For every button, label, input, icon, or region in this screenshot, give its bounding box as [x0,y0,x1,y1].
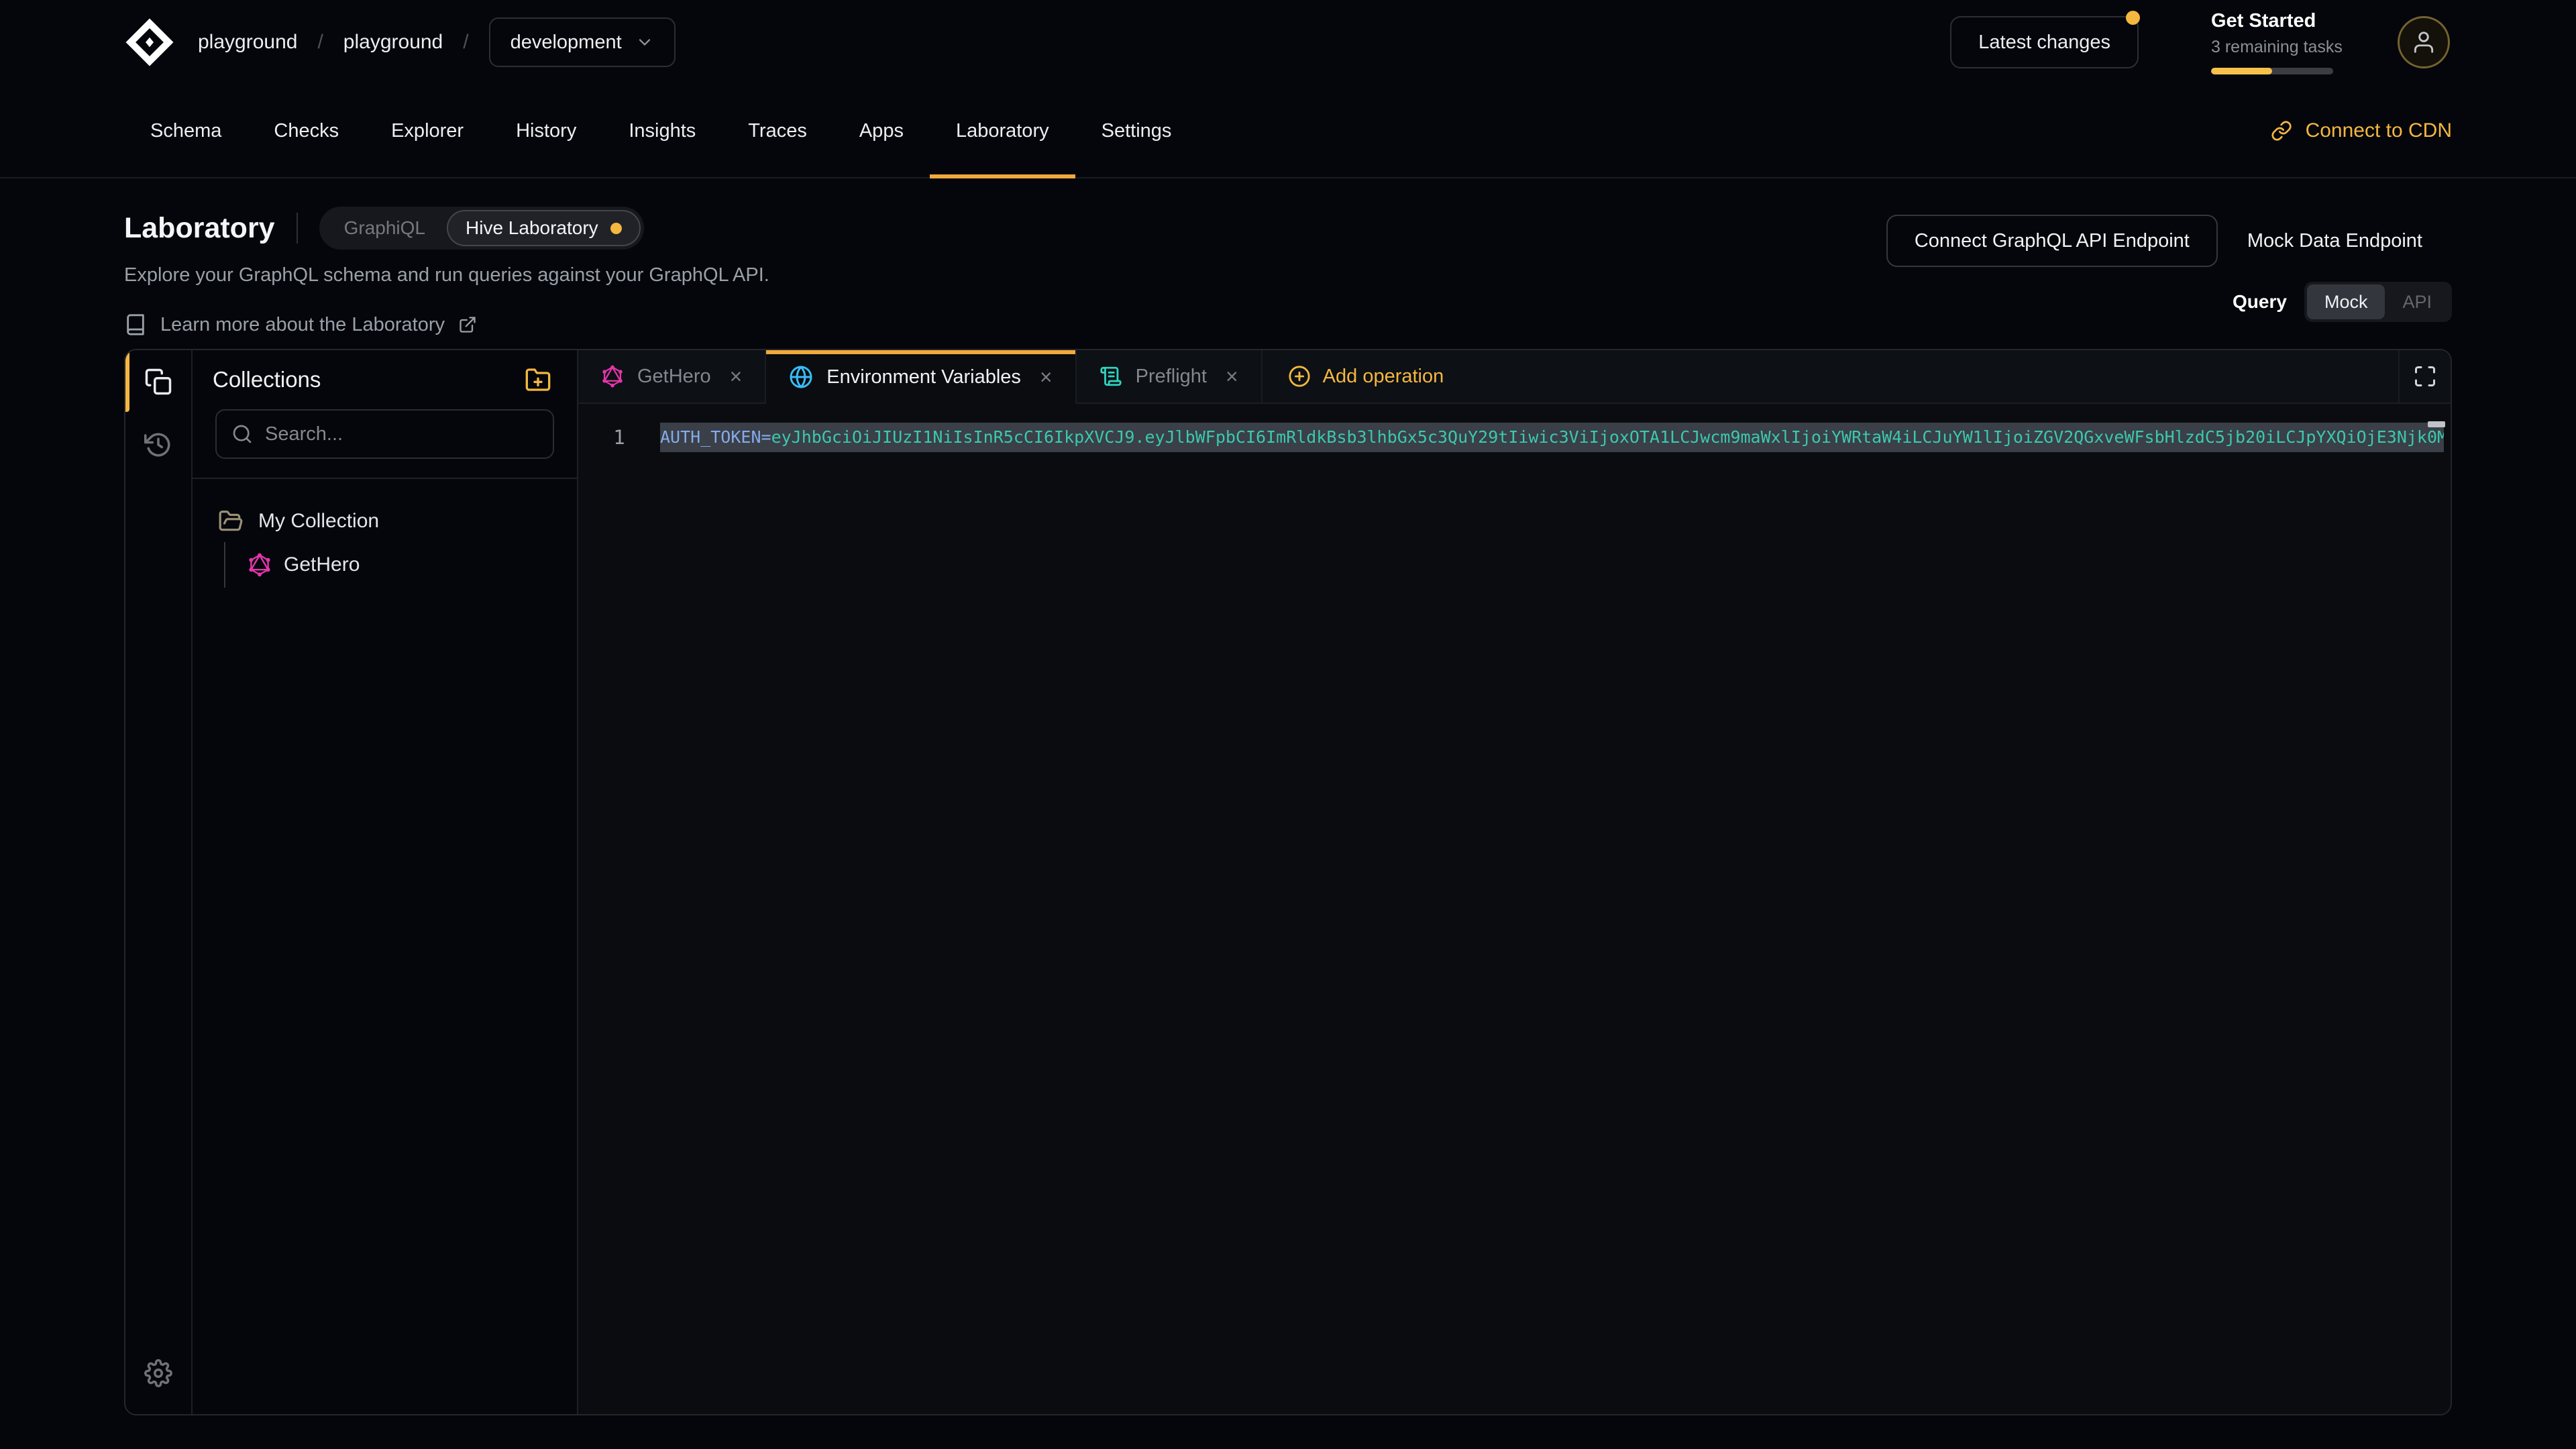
code-line-1: 1 AUTH_TOKEN=eyJhbGciOiJIUzI1NiIsInR5cCI… [578,423,2451,452]
close-tab-icon[interactable]: × [1226,366,1238,387]
search-icon [231,423,253,445]
mock-data-endpoint-button[interactable]: Mock Data Endpoint [2218,215,2452,267]
latest-changes-label: Latest changes [1978,32,2110,54]
get-started-subtitle: 3 remaining tasks [2211,38,2333,57]
editor-area: GetHero × Environment Variables × [578,350,2451,1414]
active-tab-indicator [930,174,1075,178]
page-header-actions: Connect GraphQL API Endpoint Mock Data E… [1886,215,2452,322]
nav-tab-apps[interactable]: Apps [833,85,930,177]
editor-tab-bar: GetHero × Environment Variables × [578,350,2451,404]
notification-dot [2126,11,2140,25]
connect-to-cdn-link[interactable]: Connect to CDN [2271,85,2452,177]
maximize-icon [2413,364,2437,388]
nav-tab-history[interactable]: History [490,85,602,177]
breadcrumb-org[interactable]: playground [198,31,297,54]
collections-rail-button[interactable] [125,350,191,413]
mode-option-hive-laboratory[interactable]: Hive Laboratory [447,210,641,246]
mode-option-graphiql[interactable]: GraphiQL [323,210,447,246]
add-collection-button[interactable] [525,366,551,393]
nav-tab-settings[interactable]: Settings [1075,85,1198,177]
collections-search[interactable] [215,409,554,459]
plus-circle-icon [1288,365,1311,388]
history-icon [144,431,172,459]
close-tab-icon[interactable]: × [730,366,743,387]
nav-tab-checks[interactable]: Checks [248,85,365,177]
breadcrumb: playground / playground / development [198,17,676,67]
target-selector-value: development [511,32,622,54]
environment-variables-editor[interactable]: 1 AUTH_TOKEN=eyJhbGciOiJIUzI1NiIsInR5cCI… [578,404,2451,1414]
query-option-mock[interactable]: Mock [2307,284,2385,319]
close-tab-icon[interactable]: × [1040,366,1053,388]
chevron-down-icon [635,33,654,52]
editor-scrollbar-thumb[interactable] [2428,421,2445,427]
title-divider [297,213,298,244]
nav-tab-insights[interactable]: Insights [602,85,722,177]
breadcrumb-separator: / [317,31,323,54]
page-header: Laboratory GraphiQL Hive Laboratory Expl… [124,207,769,336]
hive-mode-dot [610,223,622,234]
breadcrumb-project[interactable]: playground [343,31,443,54]
graphql-icon [601,365,624,388]
globe-icon [789,365,813,389]
connect-graphql-api-endpoint-button[interactable]: Connect GraphQL API Endpoint [1886,215,2218,267]
editor-mode-toggle: GraphiQL Hive Laboratory [319,207,644,250]
collection-folder-row[interactable]: My Collection [193,500,577,542]
collections-title: Collections [213,367,321,392]
collections-tree: My Collection [193,479,577,588]
collection-name: My Collection [258,510,379,533]
collections-sidebar: Collections [193,350,578,1414]
preflight-script-icon [1099,365,1122,388]
get-started-widget[interactable]: Get Started 3 remaining tasks [2211,10,2333,74]
main-nav: Schema Checks Explorer History Insights … [0,85,2576,178]
tab-bar-spacer [1469,350,2398,402]
tab-gethero[interactable]: GetHero × [578,350,766,402]
get-started-progress-fill [2211,68,2272,74]
latest-changes-button[interactable]: Latest changes [1950,16,2139,68]
gear-icon [144,1359,172,1387]
link-icon [2271,120,2292,142]
hive-logo-icon[interactable] [124,17,175,68]
rail-active-indicator [125,350,129,412]
history-rail-button[interactable] [125,413,191,476]
fullscreen-button[interactable] [2398,350,2451,402]
folder-plus-icon [525,366,551,393]
top-bar: playground / playground / development La… [124,0,2450,85]
settings-rail-button[interactable] [125,1342,191,1405]
target-selector-dropdown[interactable]: development [489,17,676,67]
operation-row-gethero[interactable]: GetHero [225,542,577,588]
selected-code-text[interactable]: AUTH_TOKEN=eyJhbGciOiJIUzI1NiIsInR5cCI6I… [660,423,2444,452]
external-link-icon [458,315,477,334]
avatar[interactable] [2398,16,2450,68]
get-started-title: Get Started [2211,10,2333,32]
side-icon-rail [125,350,193,1414]
add-operation-button[interactable]: Add operation [1263,350,1470,402]
book-icon [124,313,147,336]
user-icon [2411,30,2436,55]
query-toggle-label: Query [2233,291,2287,313]
line-number: 1 [578,426,660,449]
nav-tab-schema[interactable]: Schema [124,85,248,177]
nav-tab-traces[interactable]: Traces [722,85,833,177]
graphql-icon [248,553,272,577]
hive-laboratory-page: playground / playground / development La… [0,0,2576,1449]
query-option-api[interactable]: API [2385,284,2449,319]
breadcrumb-separator: / [463,31,468,54]
laboratory-panel: Collections [124,349,2452,1415]
learn-more-link[interactable]: Learn more about the Laboratory [124,313,769,336]
page-subtitle: Explore your GraphQL schema and run quer… [124,264,769,286]
page-title: Laboratory [124,212,275,245]
get-started-progress-track [2211,68,2333,74]
operation-name: GetHero [284,553,360,576]
query-target-toggle: Mock API [2304,282,2452,322]
collections-icon [144,368,172,396]
folder-open-icon [218,508,244,534]
nav-tab-laboratory[interactable]: Laboratory [930,85,1075,177]
top-bar-right: Latest changes Get Started 3 remaining t… [1950,10,2450,74]
nav-tab-explorer[interactable]: Explorer [365,85,490,177]
tab-environment-variables[interactable]: Environment Variables × [766,350,1076,404]
tab-preflight[interactable]: Preflight × [1077,350,1263,402]
search-input[interactable] [264,423,538,446]
